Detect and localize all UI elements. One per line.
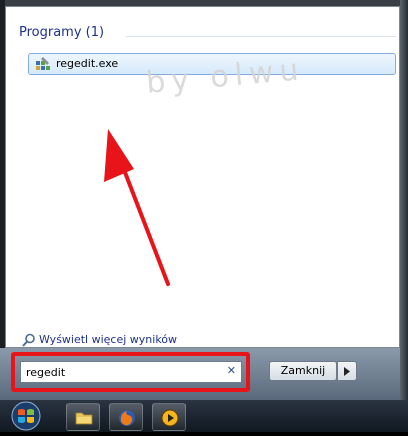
- annotation-arrow: [104, 129, 170, 286]
- menu-frame-right: [400, 0, 408, 400]
- shutdown-button[interactable]: Zamknij: [269, 361, 337, 381]
- start-menu-results-panel: Programy (1) regedit.exe by olwu Wyświet…: [5, 6, 400, 348]
- taskbar-item-explorer[interactable]: [66, 403, 100, 431]
- search-icon: [22, 332, 36, 347]
- see-more-label: Wyświetl więcej wyników: [39, 333, 178, 346]
- chevron-right-icon: [344, 367, 350, 376]
- regedit-icon: [35, 56, 51, 72]
- search-input[interactable]: [26, 362, 221, 382]
- taskbar: [0, 400, 408, 432]
- shutdown-options-button[interactable]: [337, 361, 357, 381]
- taskbar-item-media-player[interactable]: [152, 403, 186, 431]
- heading-divider: [126, 36, 396, 37]
- clear-icon[interactable]: ✕: [227, 364, 236, 377]
- programs-heading[interactable]: Programy (1): [19, 25, 104, 40]
- result-label: regedit.exe: [56, 57, 119, 70]
- search-field[interactable]: ✕: [20, 361, 242, 383]
- shutdown-label: Zamknij: [280, 364, 326, 377]
- folder-icon: [75, 412, 93, 425]
- windows-orb-icon[interactable]: [6, 400, 46, 432]
- media-player-icon: [161, 409, 179, 427]
- taskbar-item-firefox[interactable]: [109, 403, 143, 431]
- firefox-icon: [119, 410, 135, 426]
